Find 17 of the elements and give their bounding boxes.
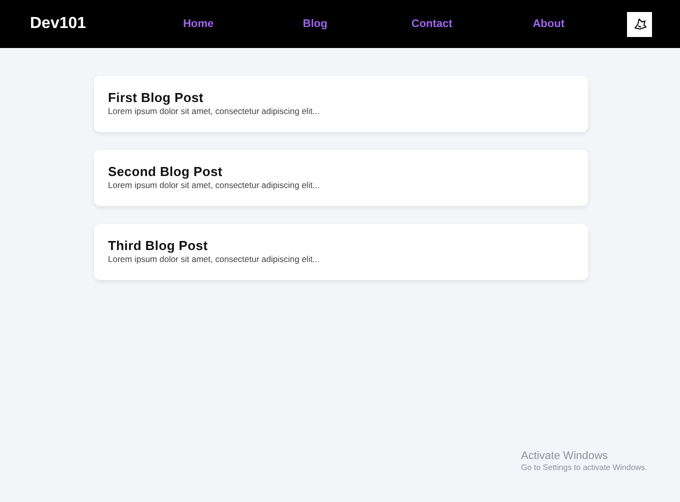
- post-excerpt: Lorem ipsum dolor sit amet, consectetur adipiscing elit...: [108, 254, 321, 264]
- post-excerpt: Lorem ipsum dolor sit amet, consectetur adipiscing elit...: [108, 180, 321, 190]
- activation-message: Go to Settings to activate Windows.: [521, 463, 648, 472]
- post-excerpt: Lorem ipsum dolor sit amet, consectetur adipiscing elit...: [108, 106, 321, 116]
- icon-button[interactable]: [627, 12, 652, 36]
- post-title: Third Blog Post: [108, 238, 209, 253]
- nav-link[interactable]: Home: [140, 18, 257, 30]
- blog-post-card[interactable]: Second Blog Post Lorem ipsum dolor sit amet, consectetur adipiscing elit...: [94, 150, 588, 206]
- post-title: First Blog Post: [108, 90, 204, 105]
- logo: Dev101: [30, 15, 88, 33]
- post-title: Second Blog Post: [108, 164, 224, 179]
- blog-post-card[interactable]: Third Blog Post Lorem ipsum dolor sit amet, consectetur adipiscing elit...: [94, 224, 588, 280]
- nav-link[interactable]: About: [490, 18, 607, 30]
- activation-title: Activate Windows: [521, 450, 609, 462]
- nav-link[interactable]: Contact: [374, 18, 490, 30]
- nav-link[interactable]: Blog: [256, 18, 374, 30]
- blog-post-card[interactable]: First Blog Post Lorem ipsum dolor sit amet, consectetur adipiscing elit...: [94, 76, 588, 132]
